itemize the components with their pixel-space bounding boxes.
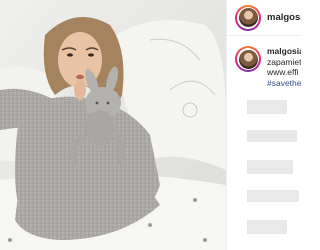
caption-block: malgosia_ zapamieta www.effi #savethe [227, 36, 301, 88]
blurred-comment-block-1 [247, 100, 287, 114]
blurred-comment-block-3 [247, 160, 293, 174]
post-header: malgosia_ [227, 0, 301, 36]
avatar[interactable] [235, 4, 261, 31]
caption-avatar-frame [237, 48, 259, 70]
photo-illustration [0, 0, 226, 250]
header-username[interactable]: malgosia_ [267, 12, 301, 23]
post-sidebar: malgosia_ malgosia_ zapamieta www.effi #… [226, 0, 301, 250]
blurred-comment-block-4 [247, 190, 299, 202]
caption-line-1: zapamieta [267, 56, 301, 67]
avatar-frame [237, 6, 259, 29]
blurred-comment-block-5 [247, 220, 287, 234]
caption-avatar[interactable] [235, 46, 261, 72]
avatar-image [238, 8, 258, 27]
caption-hashtag[interactable]: #savethe [267, 78, 301, 89]
post-photo[interactable] [0, 0, 226, 250]
caption-text: malgosia_ zapamieta www.effi #savethe [267, 46, 301, 88]
caption-avatar-image [238, 49, 258, 69]
blurred-comment-block-2 [247, 130, 297, 142]
caption-username[interactable]: malgosia_ [267, 46, 301, 57]
caption-line-2[interactable]: www.effi [267, 67, 301, 78]
